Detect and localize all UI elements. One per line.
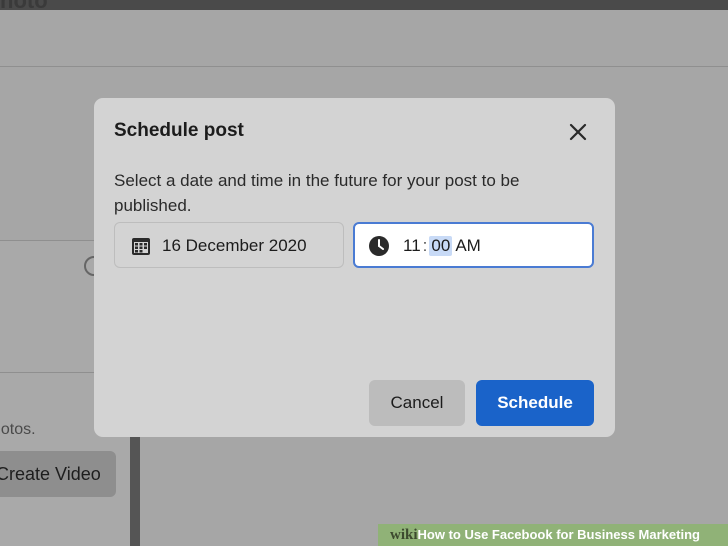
time-minute-segment[interactable]: 00 — [429, 236, 453, 256]
clock-icon — [369, 236, 389, 256]
watermark-brand: wiki — [390, 527, 418, 543]
time-picker-field[interactable]: 11 : 00 AM — [353, 222, 594, 268]
time-period-segment[interactable]: AM — [455, 236, 481, 256]
close-icon — [569, 123, 587, 141]
date-value: 16 December 2020 — [162, 236, 307, 255]
close-button[interactable] — [564, 118, 592, 146]
dialog-title: Schedule post — [114, 120, 244, 141]
time-value: 11 : 00 AM — [403, 235, 481, 257]
time-separator: : — [422, 236, 428, 255]
watermark-title: How to Use Facebook for Business Marketi… — [417, 527, 700, 542]
top-bar — [0, 0, 728, 10]
divider — [0, 66, 728, 67]
create-video-button: Create Video — [0, 451, 116, 497]
divider — [0, 240, 96, 241]
background-hint-text: hotos. — [0, 421, 36, 438]
cancel-button[interactable]: Cancel — [369, 380, 465, 426]
watermark: wikiHow to Use Facebook for Business Mar… — [390, 527, 700, 544]
dialog-description: Select a date and time in the future for… — [114, 171, 520, 215]
date-picker-field[interactable]: 16 December 2020 — [114, 222, 344, 268]
calendar-icon — [132, 238, 150, 255]
schedule-button[interactable]: Schedule — [476, 380, 594, 426]
schedule-post-dialog: Schedule post Select a date and time in … — [94, 98, 615, 437]
background-title: hoto — [0, 0, 48, 13]
time-hour-segment[interactable]: 11 — [403, 236, 421, 256]
scrollbar — [130, 437, 140, 546]
